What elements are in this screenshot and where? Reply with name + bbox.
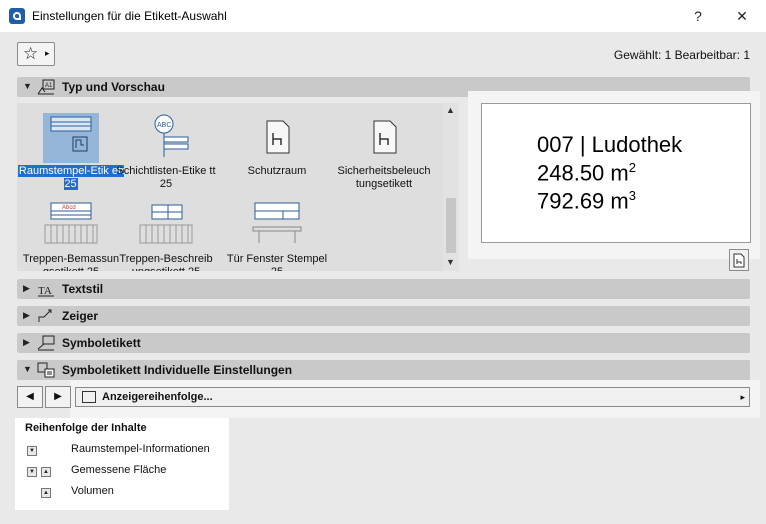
gallery-item-label: Tür Fenster Stempel 25 [226,253,328,271]
panel-label: Textstil [62,282,104,296]
content-order-panel: Reihenfolge der Inhalte ▼ Raumstempel-In… [15,418,229,510]
order-item-label: Gemessene Fläche [71,464,167,476]
panel-label: Zeiger [62,309,99,323]
order-item-label: Raumstempel-Informationen [71,443,210,455]
chevron-right-icon: ▸ [740,392,745,402]
gallery-item-schutzraum[interactable]: Schutzraum [223,113,331,197]
document-chair-icon [266,120,290,154]
help-button[interactable]: ? [678,0,718,32]
preview-line-volume: 792.69 m3 [537,188,636,214]
gallery-item-treppen-bemassung[interactable]: Abcd Treppen-Bemassun gsetikett 25 [17,201,125,271]
next-button[interactable]: ▶ [45,386,71,408]
gallery-item-label: Raumstempel-Etik ett 25 [17,165,125,190]
window-title: Einstellungen für die Etikett-Auswahl [32,9,227,23]
panel-header-symbol-label[interactable]: ▶ Symboletikett [17,333,750,353]
document-chair-icon [733,253,745,268]
chevron-right-icon: ▸ [45,48,50,58]
room-stamp-thumbnail-icon [43,113,99,163]
pointer-icon [38,309,52,322]
panel-label: Symboletikett [62,336,141,350]
gallery-item-label: Schutzraum [247,165,307,177]
gallery-item-tuer-fenster[interactable]: Tür Fenster Stempel 25 [223,201,331,271]
document-chair-icon [373,120,397,154]
gallery-item-treppen-beschreibung[interactable]: Treppen-Beschreib ungsetikett 25 [112,201,220,271]
gallery-item-schichtlisten[interactable]: ABC Schichtlisten-Etike tt 25 [112,113,220,197]
move-up-button[interactable]: ▲ [41,467,51,477]
collapsed-triangle-icon: ▶ [23,337,30,347]
panel-label: Symboletikett Individuelle Einstellungen [62,363,293,377]
move-down-button[interactable]: ▼ [27,446,37,456]
symbol-label-icon [37,335,55,351]
panel-header-pointer[interactable]: ▶ Zeiger [17,306,750,326]
panel-label: Typ und Vorschau [62,80,165,94]
stair-description-thumbnail-icon [139,204,193,244]
preview-line-name: 007 | Ludothek [537,132,683,157]
gallery-item-label: Sicherheitsbeleuch tungsetikett [337,165,431,190]
stair-dimension-thumbnail-icon: Abcd [44,202,98,244]
previous-button[interactable]: ◀ [17,386,43,408]
expanded-triangle-icon: ▼ [23,81,32,91]
gallery-item-label: Treppen-Bemassun gsetikett 25 [22,253,120,271]
display-order-dropdown[interactable]: Anzeigereihenfolge... ▸ [75,387,750,407]
order-item-label: Volumen [71,485,114,497]
svg-text:A1: A1 [45,83,53,89]
move-up-button[interactable]: ▲ [41,488,51,498]
label-preview-icon: A1 [37,79,55,95]
app-icon [9,8,25,24]
preview-options-button[interactable] [729,249,749,271]
scrollbar-thumb[interactable] [446,198,456,253]
gallery-item-raumstempel[interactable]: Raumstempel-Etik ett 25 [17,113,125,197]
preview-line-area: 248.50 m2 [537,160,636,186]
panel-header-text-style[interactable]: ▶ TA Textstil [17,279,750,299]
abc-text: ABC [157,122,171,129]
list-icon [82,391,96,403]
close-button[interactable]: ✕ [722,0,762,32]
label-type-gallery: Raumstempel-Etik ett 25 ABC Schichtliste… [17,103,443,271]
expanded-triangle-icon: ▼ [23,364,32,374]
title-bar: Einstellungen für die Etikett-Auswahl ? … [0,0,766,32]
star-icon: ☆ [23,44,39,63]
custom-settings-icon [37,362,55,378]
text-style-icon: TA [38,285,54,297]
content-order-title: Reihenfolge der Inhalte [25,422,147,434]
door-window-stamp-thumbnail-icon [252,202,302,243]
gallery-item-label: Schichtlisten-Etike tt 25 [116,165,216,190]
selection-info: Gewählt: 1 Bearbeitbar: 1 [613,48,750,62]
dropdown-label: Anzeigereihenfolge... [102,391,213,403]
gallery-scrollbar[interactable]: ▲ ▼ [443,103,459,271]
layer-list-thumbnail-icon: ABC [154,114,189,157]
svg-text:TA: TA [38,285,52,297]
collapsed-triangle-icon: ▶ [23,310,30,320]
scroll-down-icon[interactable]: ▼ [446,257,455,267]
scroll-up-icon[interactable]: ▲ [446,105,455,115]
gallery-item-label: Treppen-Beschreib ungsetikett 25 [119,253,213,271]
move-down-button[interactable]: ▼ [27,467,37,477]
label-preview: 007 | Ludothek 248.50 m2 792.69 m3 [481,103,751,243]
panel-header-symbol-settings[interactable]: ▼ Symboletikett Individuelle Einstellung… [17,360,750,380]
abcd-text: Abcd [62,205,76,211]
favorites-button[interactable]: ☆ ▸ [17,42,55,66]
gallery-item-sicherheitsbeleuchtung[interactable]: Sicherheitsbeleuch tungsetikett [330,113,438,197]
collapsed-triangle-icon: ▶ [23,283,30,293]
